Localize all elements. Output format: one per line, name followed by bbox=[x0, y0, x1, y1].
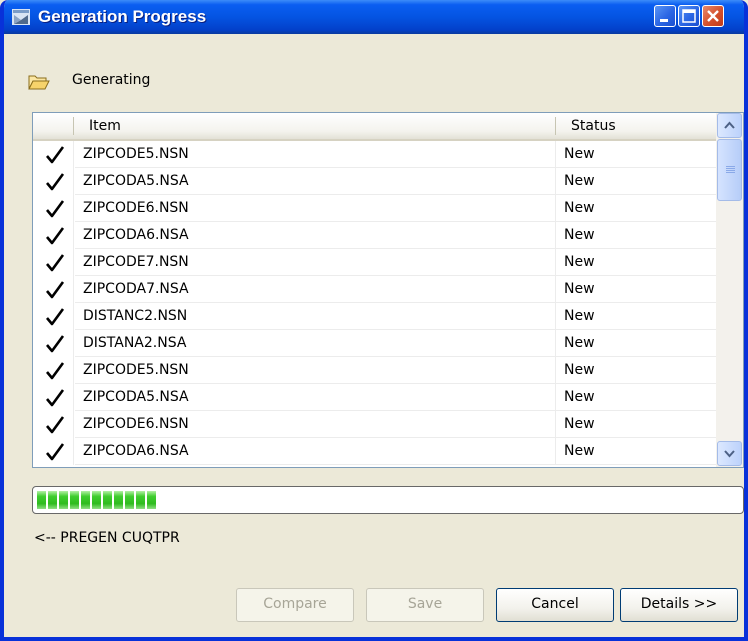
checkmark-icon bbox=[46, 389, 65, 407]
app-icon bbox=[12, 9, 30, 25]
item-status: New bbox=[564, 416, 595, 432]
item-name: ZIPCODE6.NSN bbox=[83, 200, 189, 216]
progress-block bbox=[136, 491, 145, 509]
progress-block bbox=[114, 491, 123, 509]
generation-progress-window: Generation Progress Generating Item Stat… bbox=[0, 0, 748, 641]
close-button[interactable] bbox=[702, 5, 724, 27]
progress-block bbox=[59, 491, 68, 509]
checkmark-icon bbox=[46, 200, 65, 218]
list-item[interactable]: DISTANA2.NSA New bbox=[33, 330, 717, 357]
list-item[interactable]: ZIPCODA5.NSA New bbox=[33, 384, 717, 411]
title-bar[interactable]: Generation Progress bbox=[4, 0, 744, 34]
progress-block bbox=[125, 491, 134, 509]
close-icon bbox=[707, 10, 719, 22]
list-header: Item Status bbox=[33, 113, 717, 141]
list-item[interactable]: ZIPCODA6.NSA New bbox=[33, 222, 717, 249]
cancel-button[interactable]: Cancel bbox=[496, 588, 614, 622]
list-item[interactable]: DISTANC2.NSN New bbox=[33, 303, 717, 330]
item-status: New bbox=[564, 389, 595, 405]
item-status: New bbox=[564, 254, 595, 270]
checkmark-icon bbox=[46, 416, 65, 434]
item-status: New bbox=[564, 146, 595, 162]
checkmark-icon bbox=[46, 227, 65, 245]
progress-block bbox=[81, 491, 90, 509]
item-name: DISTANC2.NSN bbox=[83, 308, 188, 324]
progress-bar bbox=[32, 486, 744, 514]
item-status: New bbox=[564, 281, 595, 297]
vertical-scrollbar[interactable] bbox=[716, 113, 743, 467]
save-button[interactable]: Save bbox=[366, 588, 484, 622]
progress-block bbox=[147, 491, 156, 509]
item-name: ZIPCODA5.NSA bbox=[83, 173, 189, 189]
progress-block bbox=[37, 491, 46, 509]
list-item[interactable]: ZIPCODA7.NSA New bbox=[33, 276, 717, 303]
checkmark-icon bbox=[46, 146, 65, 164]
list-item[interactable]: ZIPCODE7.NSN New bbox=[33, 249, 717, 276]
checkmark-icon bbox=[46, 254, 65, 272]
list-item[interactable]: ZIPCODE6.NSN New bbox=[33, 195, 717, 222]
column-header-status[interactable]: Status bbox=[571, 113, 616, 139]
item-status: New bbox=[564, 362, 595, 378]
item-name: ZIPCODE7.NSN bbox=[83, 254, 189, 270]
item-name: ZIPCODE5.NSN bbox=[83, 362, 189, 378]
list-item[interactable]: ZIPCODE6.NSN New bbox=[33, 411, 717, 438]
folder-open-icon bbox=[28, 75, 50, 90]
scroll-up-button[interactable] bbox=[717, 113, 742, 138]
item-status: New bbox=[564, 227, 595, 243]
checkmark-icon bbox=[46, 308, 65, 326]
phase-label: Generating bbox=[72, 72, 151, 88]
maximize-button[interactable] bbox=[678, 5, 700, 27]
item-status: New bbox=[564, 173, 595, 189]
item-list[interactable]: Item Status ZIPCODE5.NSN New ZIPCODA5.NSA N… bbox=[32, 112, 744, 468]
scroll-down-button[interactable] bbox=[717, 441, 742, 466]
checkmark-icon bbox=[46, 335, 65, 353]
chevron-down-icon bbox=[724, 450, 735, 458]
item-name: ZIPCODA6.NSA bbox=[83, 227, 189, 243]
item-status: New bbox=[564, 335, 595, 351]
header-separator[interactable] bbox=[555, 117, 556, 135]
scroll-thumb[interactable] bbox=[717, 139, 742, 201]
item-name: DISTANA2.NSA bbox=[83, 335, 187, 351]
checkmark-icon bbox=[46, 173, 65, 191]
item-name: ZIPCODA7.NSA bbox=[83, 281, 189, 297]
details-button[interactable]: Details >> bbox=[620, 588, 738, 622]
checkmark-icon bbox=[46, 443, 65, 461]
chevron-up-icon bbox=[724, 121, 735, 129]
progress-block bbox=[48, 491, 57, 509]
item-name: ZIPCODE6.NSN bbox=[83, 416, 189, 432]
compare-button[interactable]: Compare bbox=[236, 588, 354, 622]
list-item[interactable]: ZIPCODA5.NSA New bbox=[33, 168, 717, 195]
maximize-icon bbox=[682, 9, 696, 23]
progress-block bbox=[103, 491, 112, 509]
item-status: New bbox=[564, 308, 595, 324]
minimize-icon bbox=[660, 19, 668, 22]
column-header-item[interactable]: Item bbox=[89, 113, 121, 139]
checkmark-icon bbox=[46, 281, 65, 299]
item-name: ZIPCODA6.NSA bbox=[83, 443, 189, 459]
progress-block bbox=[70, 491, 79, 509]
minimize-button[interactable] bbox=[654, 5, 676, 27]
item-name: ZIPCODA5.NSA bbox=[83, 389, 189, 405]
progress-block bbox=[92, 491, 101, 509]
header-separator[interactable] bbox=[73, 117, 74, 135]
window-title: Generation Progress bbox=[38, 7, 207, 26]
list-item[interactable]: ZIPCODA6.NSA New bbox=[33, 438, 717, 465]
item-status: New bbox=[564, 443, 595, 459]
checkmark-icon bbox=[46, 362, 65, 380]
list-item[interactable]: ZIPCODE5.NSN New bbox=[33, 141, 717, 168]
list-item[interactable]: ZIPCODE5.NSN New bbox=[33, 357, 717, 384]
item-status: New bbox=[564, 200, 595, 216]
item-name: ZIPCODE5.NSN bbox=[83, 146, 189, 162]
list-rows: ZIPCODE5.NSN New ZIPCODA5.NSA New ZIPCODE6.N… bbox=[33, 141, 717, 465]
current-step-text: <-- PREGEN CUQTPR bbox=[34, 530, 180, 546]
